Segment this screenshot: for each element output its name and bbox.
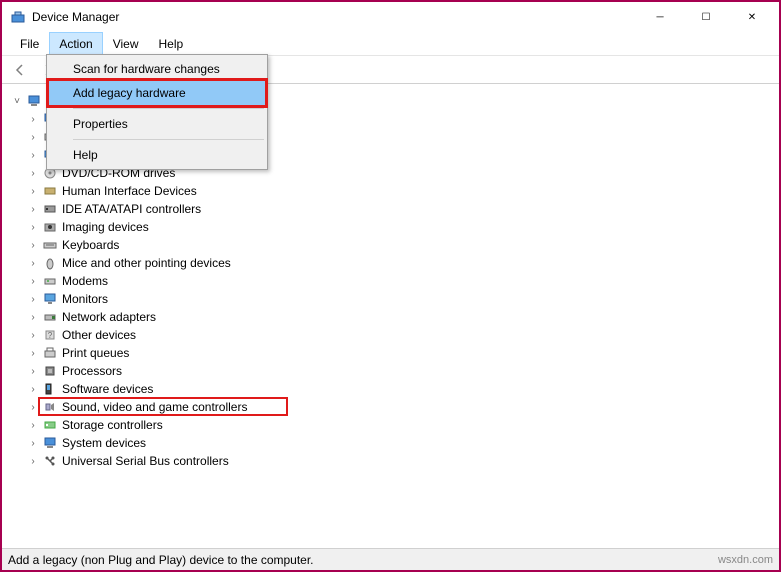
device-icon [42, 417, 58, 433]
menu-help[interactable]: Help [149, 32, 194, 55]
svg-text:?: ? [48, 331, 53, 340]
expander-icon[interactable]: › [26, 366, 40, 377]
expander-icon[interactable]: › [26, 204, 40, 215]
device-icon [42, 435, 58, 451]
tree-item-label: Storage controllers [62, 418, 163, 432]
tree-item-label: Other devices [62, 328, 136, 342]
watermark: wsxdn.com [718, 554, 773, 566]
menu-action[interactable]: Action [49, 32, 102, 55]
expander-icon[interactable]: › [26, 294, 40, 305]
menu-file[interactable]: File [10, 32, 49, 55]
status-bar: Add a legacy (non Plug and Play) device … [2, 548, 779, 570]
expander-icon[interactable]: ˅ [10, 96, 24, 107]
menu-scan-hardware[interactable]: Scan for hardware changes [49, 57, 265, 81]
expander-icon[interactable]: › [26, 276, 40, 287]
window-title: Device Manager [32, 10, 637, 24]
expander-icon[interactable]: › [26, 330, 40, 341]
device-icon [42, 273, 58, 289]
tree-item-label: System devices [62, 436, 146, 450]
tree-item[interactable]: › Software devices [4, 380, 777, 398]
device-icon [42, 381, 58, 397]
expander-icon[interactable]: › [26, 240, 40, 251]
tree-item[interactable]: › IDE ATA/ATAPI controllers [4, 200, 777, 218]
menu-separator [73, 139, 264, 140]
menu-separator [73, 108, 264, 109]
tree-item[interactable]: › Human Interface Devices [4, 182, 777, 200]
tree-item-label: Software devices [62, 382, 153, 396]
tree-item[interactable]: › Keyboards [4, 236, 777, 254]
tree-item-label: Universal Serial Bus controllers [62, 454, 229, 468]
tree-item-label: Monitors [62, 292, 108, 306]
tree-item-label: Human Interface Devices [62, 184, 197, 198]
tree-item-label: Mice and other pointing devices [62, 256, 231, 270]
tree-item-label: Keyboards [62, 238, 119, 252]
tree-item[interactable]: › Modems [4, 272, 777, 290]
expander-icon[interactable]: › [26, 132, 40, 143]
expander-icon[interactable]: › [26, 258, 40, 269]
tree-item-label: Modems [62, 274, 108, 288]
tree-item-label: Network adapters [62, 310, 156, 324]
device-icon [42, 453, 58, 469]
back-button[interactable] [8, 58, 32, 82]
expander-icon[interactable]: › [26, 456, 40, 467]
title-bar: Device Manager ─ ☐ ✕ [2, 2, 779, 32]
app-icon [10, 9, 26, 25]
expander-icon[interactable]: › [26, 402, 40, 413]
expander-icon[interactable]: › [26, 348, 40, 359]
device-icon [42, 345, 58, 361]
expander-icon[interactable]: › [26, 150, 40, 161]
expander-icon[interactable]: › [26, 168, 40, 179]
device-icon [42, 399, 58, 415]
tree-item[interactable]: › Network adapters [4, 308, 777, 326]
device-icon [42, 363, 58, 379]
tree-item[interactable]: › Storage controllers [4, 416, 777, 434]
menu-view[interactable]: View [103, 32, 149, 55]
device-icon [42, 309, 58, 325]
minimize-button[interactable]: ─ [637, 2, 683, 32]
expander-icon[interactable]: › [26, 438, 40, 449]
computer-icon [26, 93, 42, 109]
device-icon [42, 237, 58, 253]
tree-item[interactable]: › Monitors [4, 290, 777, 308]
tree-item-label: Processors [62, 364, 122, 378]
device-icon [42, 219, 58, 235]
menu-properties[interactable]: Properties [49, 112, 265, 136]
tree-item[interactable]: › Universal Serial Bus controllers [4, 452, 777, 470]
device-icon [42, 255, 58, 271]
action-dropdown: Scan for hardware changes Add legacy har… [46, 54, 268, 170]
tree-item-label: IDE ATA/ATAPI controllers [62, 202, 201, 216]
tree-item[interactable]: › Imaging devices [4, 218, 777, 236]
tree-item[interactable]: › Print queues [4, 344, 777, 362]
expander-icon[interactable]: › [26, 384, 40, 395]
expander-icon[interactable]: › [26, 312, 40, 323]
device-icon [42, 183, 58, 199]
expander-icon[interactable]: › [26, 222, 40, 233]
tree-item[interactable]: › Mice and other pointing devices [4, 254, 777, 272]
tree-item[interactable]: ›? Other devices [4, 326, 777, 344]
tree-item-label: Sound, video and game controllers [62, 400, 247, 414]
menu-add-legacy-hardware[interactable]: Add legacy hardware [49, 81, 265, 105]
close-button[interactable]: ✕ [729, 2, 775, 32]
tree-item[interactable]: › Sound, video and game controllers [4, 398, 777, 416]
tree-item[interactable]: › Processors [4, 362, 777, 380]
menu-bar: File Action View Help [2, 32, 779, 56]
device-icon: ? [42, 327, 58, 343]
expander-icon[interactable]: › [26, 186, 40, 197]
menu-help[interactable]: Help [49, 143, 265, 167]
expander-icon[interactable]: › [26, 420, 40, 431]
tree-item-label: Imaging devices [62, 220, 149, 234]
device-icon [42, 201, 58, 217]
tree-item-label: Print queues [62, 346, 129, 360]
window-buttons: ─ ☐ ✕ [637, 2, 775, 32]
device-icon [42, 291, 58, 307]
expander-icon[interactable]: › [26, 114, 40, 125]
status-text: Add a legacy (non Plug and Play) device … [8, 553, 314, 567]
maximize-button[interactable]: ☐ [683, 2, 729, 32]
tree-item[interactable]: › System devices [4, 434, 777, 452]
